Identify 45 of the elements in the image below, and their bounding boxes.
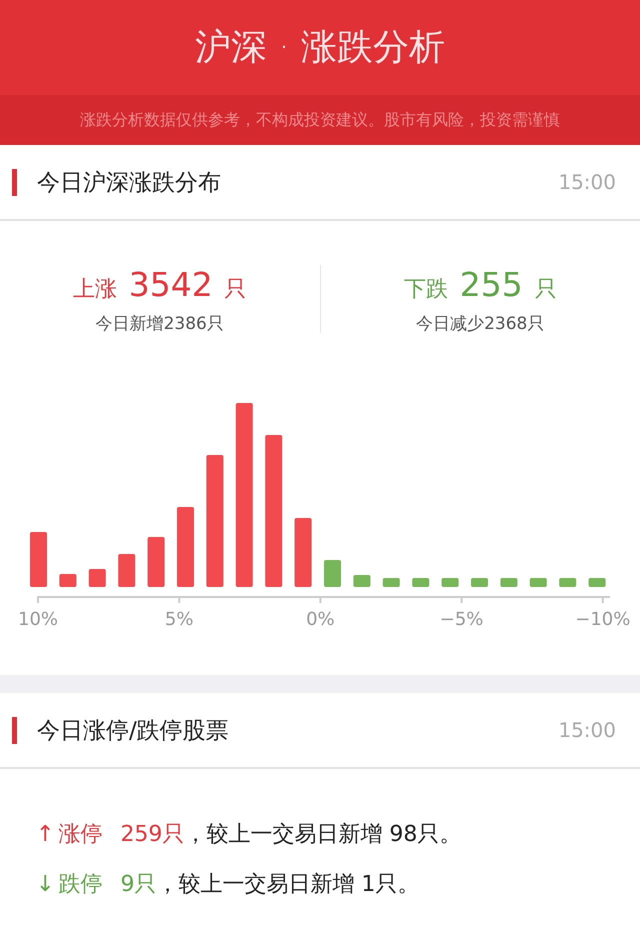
histogram-bar bbox=[412, 578, 430, 587]
axis-label: 5% bbox=[164, 609, 194, 630]
stat-count: 3542 bbox=[128, 265, 213, 304]
histogram-bar bbox=[530, 578, 547, 587]
histogram-bar bbox=[88, 569, 106, 587]
histogram-bar bbox=[294, 518, 312, 587]
disclaimer-text: 涨跌分析数据仅供参考，不构成投资建议。股市有风险，投资需谨慎 bbox=[80, 110, 560, 130]
limit-summary: ，较上一交易日新增 98只。 bbox=[184, 821, 462, 849]
histogram-bar bbox=[382, 578, 400, 587]
stat-label: 下跌 bbox=[404, 276, 448, 304]
histogram-bar bbox=[30, 532, 47, 587]
limit-summary: ，较上一交易日新增 1只。 bbox=[156, 871, 420, 899]
histogram-bar bbox=[500, 578, 518, 587]
histogram-bar bbox=[118, 554, 136, 587]
limit-count: 9只 bbox=[120, 871, 156, 899]
section-marker bbox=[12, 168, 17, 196]
limit-label: 涨停 bbox=[58, 821, 102, 849]
axis-label: −10% bbox=[575, 609, 630, 630]
histogram-bar bbox=[59, 574, 76, 587]
stat-unit: 只 bbox=[534, 276, 557, 304]
axis-label: 0% bbox=[306, 609, 335, 630]
histogram-bar bbox=[559, 578, 576, 587]
histogram-bar bbox=[324, 560, 341, 587]
stat-change: 今日新增2386只 bbox=[96, 313, 224, 335]
axis-label: −5% bbox=[440, 609, 484, 630]
stat-unit: 只 bbox=[224, 276, 247, 304]
page-title: 沪深 · 涨跌分析 bbox=[0, 0, 640, 95]
histogram-bar bbox=[442, 578, 459, 587]
section-marker bbox=[12, 716, 17, 744]
section-title: 今日涨停/跌停股票 bbox=[37, 716, 230, 746]
arrow-icon: ↑ bbox=[36, 822, 54, 847]
stat-change: 今日减少2368只 bbox=[416, 313, 544, 335]
update-time: 15:00 bbox=[558, 170, 616, 194]
section-title: 今日沪深涨跌分布 bbox=[37, 168, 222, 198]
histogram-bar bbox=[471, 578, 488, 587]
histogram-bar bbox=[588, 578, 606, 587]
stat-label: 上涨 bbox=[72, 276, 117, 304]
stat-count: 255 bbox=[460, 265, 523, 304]
update-time: 15:00 bbox=[558, 718, 616, 742]
histogram-bar bbox=[353, 575, 370, 587]
limit-count: 259只 bbox=[120, 821, 184, 849]
axis-label: 10% bbox=[18, 609, 58, 630]
histogram-bar bbox=[148, 537, 165, 587]
limit-label: 跌停 bbox=[58, 871, 102, 899]
arrow-icon: ↓ bbox=[36, 872, 54, 897]
